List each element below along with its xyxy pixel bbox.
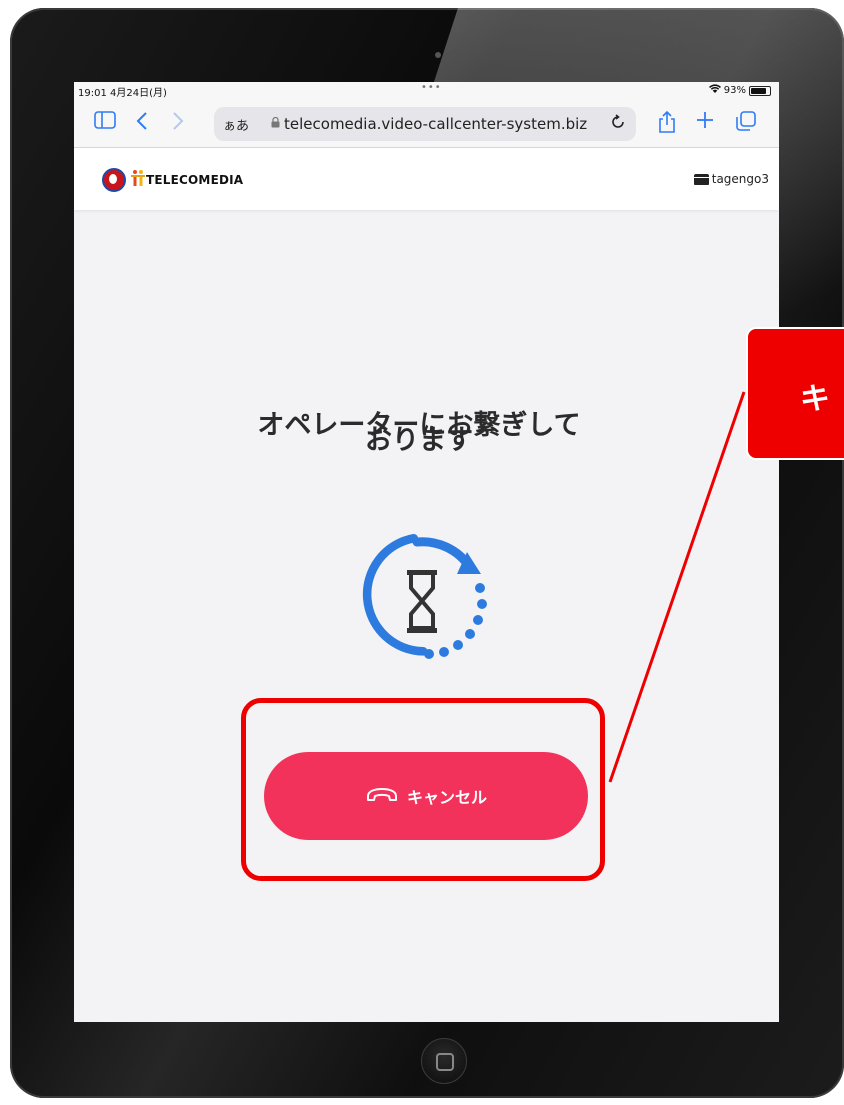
lock-icon — [271, 116, 280, 131]
logo-people-icon — [131, 169, 145, 191]
wifi-icon — [708, 84, 721, 97]
status-time: 19:01 4月24日(月) — [78, 88, 167, 99]
hourglass-spinner-icon — [362, 533, 487, 659]
url-text: telecomedia.video-callcenter-system.biz — [284, 115, 588, 133]
new-tab-icon[interactable] — [696, 111, 714, 135]
store-icon — [693, 173, 709, 185]
address-bar[interactable]: ぁあ telecomedia.video-callcenter-system.b… — [214, 107, 636, 141]
back-icon[interactable] — [136, 111, 148, 137]
waiting-spinner — [357, 528, 497, 668]
reload-icon[interactable] — [610, 113, 626, 135]
front-camera — [435, 52, 441, 58]
callout-label-box: キ — [746, 327, 844, 460]
user-menu[interactable]: tagengo3 — [693, 172, 769, 186]
logo-text: TELECOMEDIA — [146, 173, 244, 187]
share-icon[interactable] — [658, 110, 676, 139]
battery-status: 93% — [708, 84, 771, 97]
status-bar: 19:01 4月24日(月) ••• 93% — [74, 82, 779, 99]
forward-icon[interactable] — [172, 111, 184, 137]
multitasking-dots[interactable]: ••• — [421, 82, 442, 93]
home-button[interactable] — [421, 1038, 467, 1084]
logo-emblem-icon — [102, 168, 126, 192]
callout-text: キ — [800, 382, 830, 417]
tablet-screen: 19:01 4月24日(月) ••• 93% ぁあ telecomedia.vi… — [74, 82, 779, 1022]
battery-icon — [749, 85, 771, 96]
site-header: TELECOMEDIA tagengo3 — [74, 148, 779, 210]
browser-toolbar: ぁあ telecomedia.video-callcenter-system.b… — [74, 99, 779, 148]
user-name: tagengo3 — [711, 172, 769, 186]
cancel-highlight-box — [241, 698, 605, 881]
sidebar-icon[interactable] — [94, 111, 116, 135]
text-size-button[interactable]: ぁあ — [223, 115, 249, 134]
telecomedia-logo[interactable]: TELECOMEDIA — [102, 168, 243, 192]
connecting-message: オペレーターにお繋ぎして おります — [234, 412, 604, 454]
battery-percent: 93% — [723, 85, 746, 96]
tabs-overview-icon[interactable] — [736, 111, 756, 137]
